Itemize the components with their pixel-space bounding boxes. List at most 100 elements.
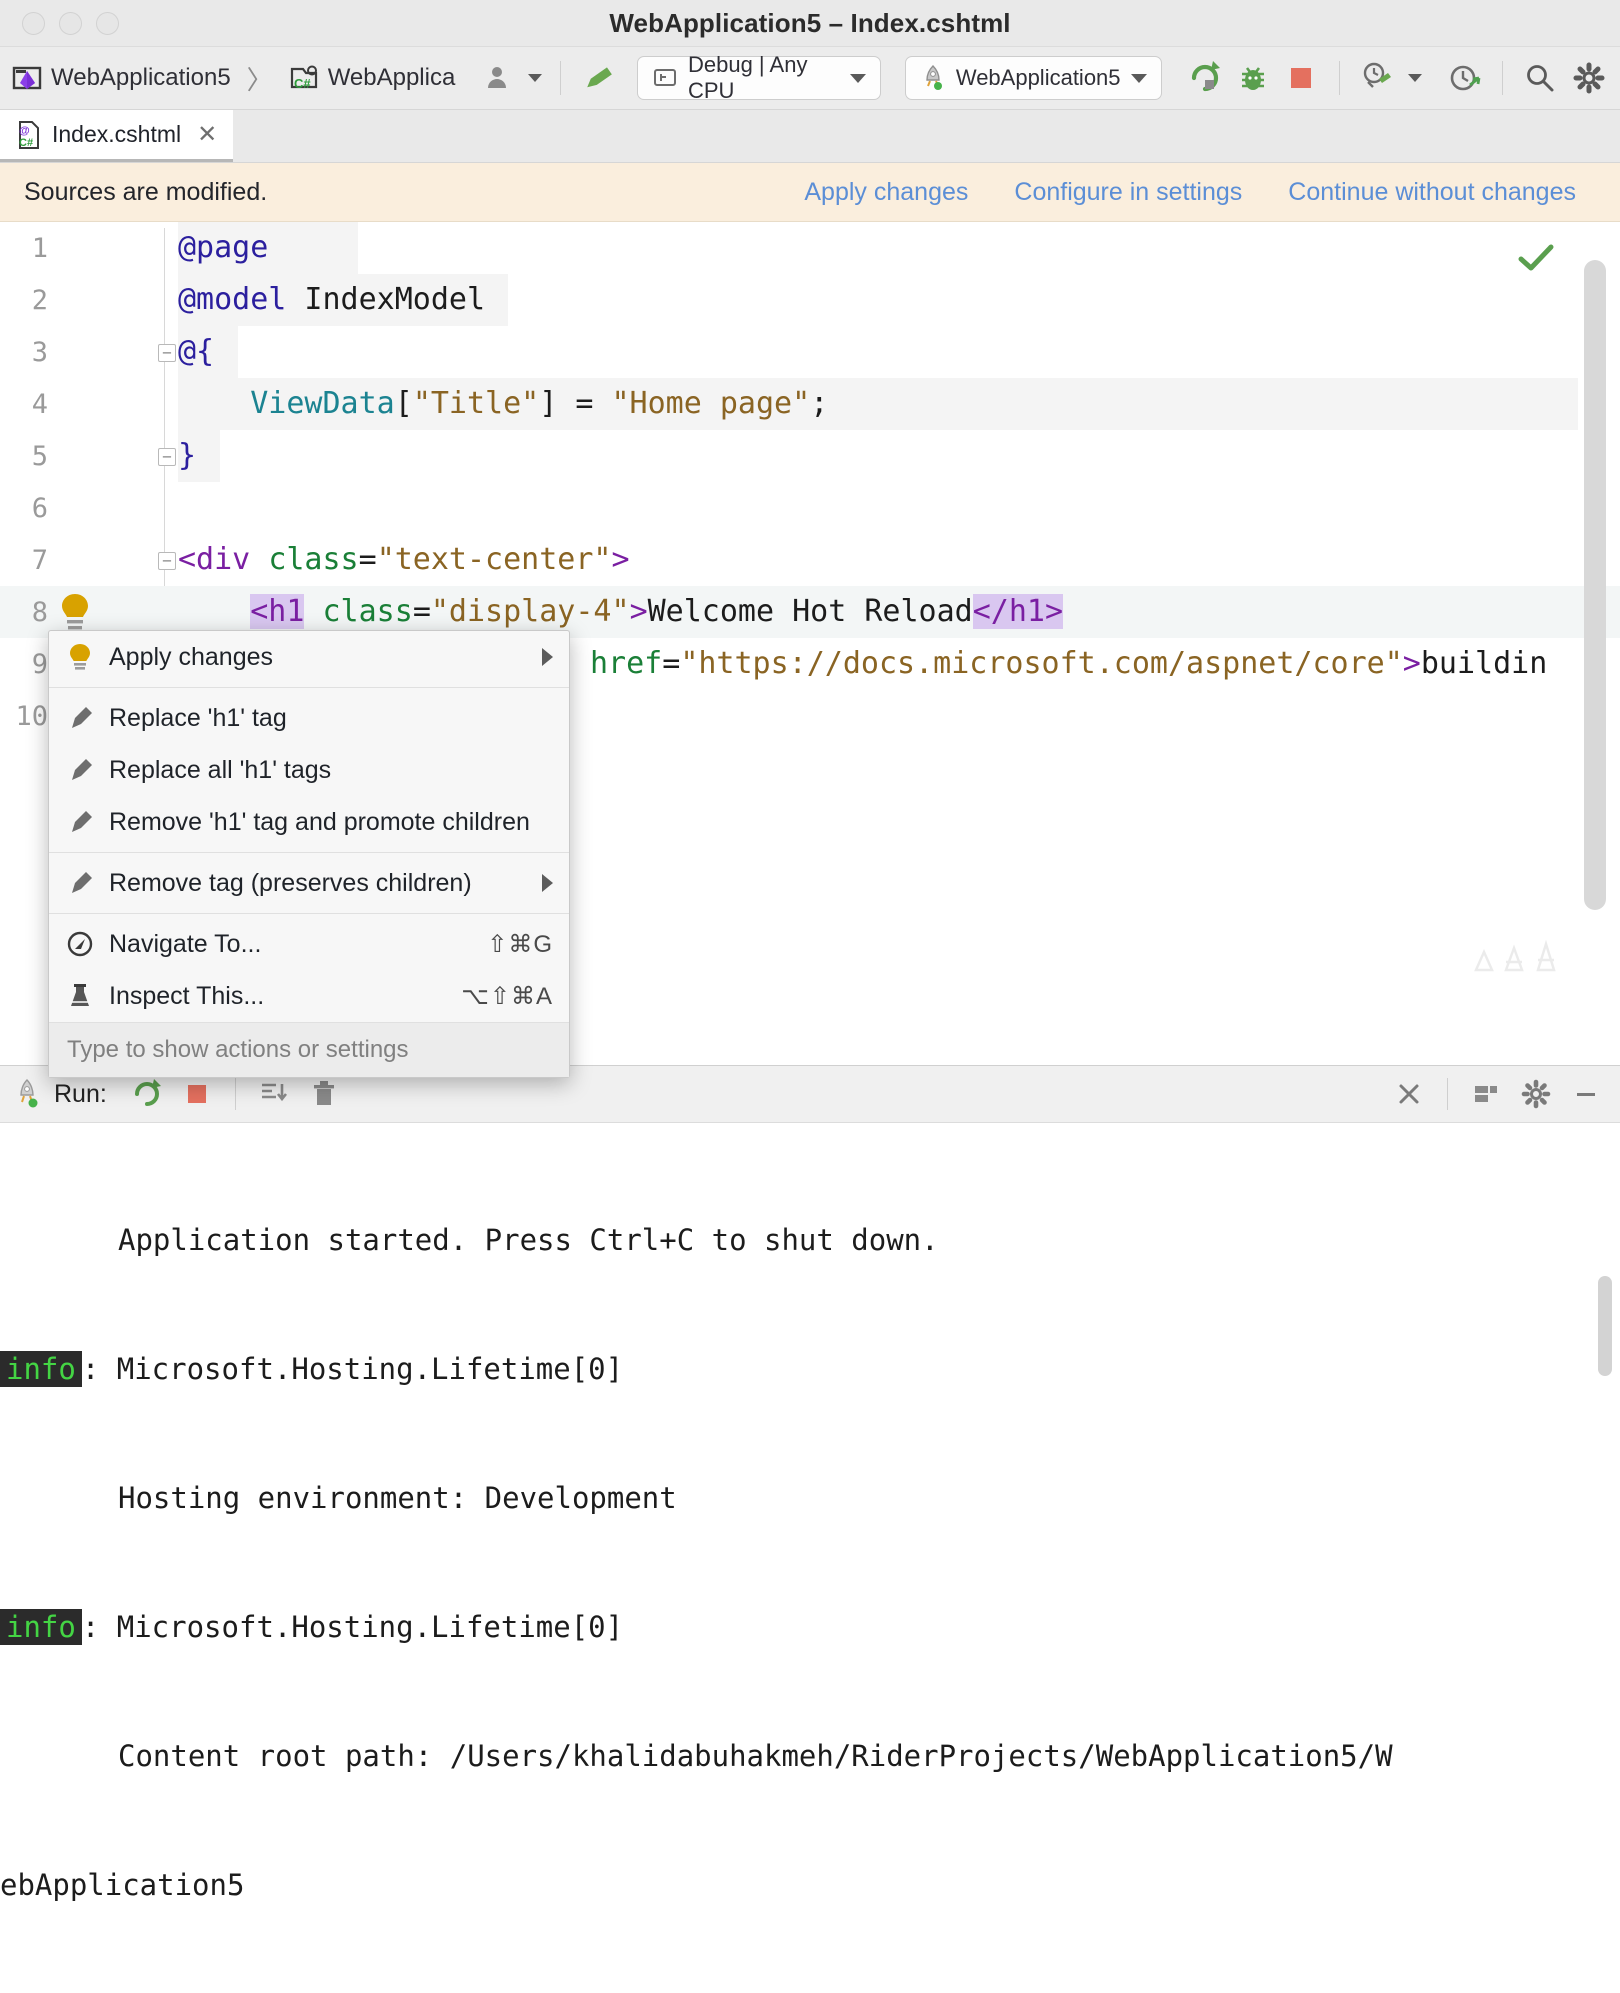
line-content: @{	[178, 334, 215, 369]
code-line[interactable]: 2 @model IndexModel	[0, 274, 1620, 326]
rerun-button[interactable]	[125, 1072, 169, 1116]
menu-footer-hint: Type to show actions or settings	[49, 1022, 569, 1077]
build-configuration-selector[interactable]: Debug | Any CPU	[636, 52, 881, 103]
minimize-window-button[interactable]	[59, 11, 82, 35]
line-number: 5	[31, 440, 48, 472]
build-button[interactable]	[579, 57, 617, 99]
menu-item-navigate-to[interactable]: Navigate To... ⇧⌘G	[49, 918, 569, 970]
svg-text:C#: C#	[294, 76, 311, 91]
menu-item-label: Apply changes	[109, 642, 274, 671]
console-line: info: Microsoft.Hosting.Lifetime[0]	[0, 1606, 1620, 1649]
profile-chevron-down-icon[interactable]	[1407, 74, 1422, 82]
info-badge: info	[0, 1351, 82, 1387]
run-configuration-selector[interactable]: WebApplication5	[904, 56, 1162, 100]
stop-button[interactable]	[175, 1072, 219, 1116]
menu-separator	[49, 852, 569, 853]
editor-indent-markers-icon	[1462, 930, 1572, 976]
line-number: 7	[31, 544, 48, 576]
title-bar: WebApplication5 – Index.cshtml	[0, 0, 1620, 47]
run-configuration-chevron-down-icon[interactable]	[1130, 73, 1147, 83]
tab-label: Index.cshtml	[52, 121, 182, 147]
continue-without-changes-link[interactable]: Continue without changes	[1288, 178, 1576, 207]
search-everywhere-button[interactable]	[1521, 57, 1559, 99]
code-line[interactable]: 6	[0, 482, 1620, 534]
profile-button[interactable]	[1358, 57, 1396, 99]
settings-button[interactable]	[1570, 57, 1608, 99]
scroll-to-end-icon[interactable]	[252, 1072, 296, 1116]
editor-tab-strip: @ C# Index.cshtml ✕	[0, 110, 1620, 163]
gear-icon[interactable]	[1514, 1072, 1558, 1116]
submenu-arrow-icon	[542, 874, 553, 892]
window-traffic-lights[interactable]	[22, 11, 119, 35]
run-tool-window-title: Run:	[54, 1079, 107, 1108]
apply-changes-link[interactable]: Apply changes	[804, 178, 968, 207]
minimize-icon[interactable]	[1564, 1072, 1608, 1116]
hammer-icon	[65, 869, 95, 897]
console-line: Content root path: /Users/khalidabuhakme…	[118, 1739, 1393, 1773]
menu-item-inspect-this[interactable]: Inspect This... ⌥⇧⌘A	[49, 970, 569, 1022]
code-line[interactable]: 4 ViewData["Title"] = "Home page";	[0, 378, 1620, 430]
run-console-output[interactable]: Application started. Press Ctrl+C to shu…	[0, 1123, 1620, 1993]
code-line[interactable]: 5 − }	[0, 430, 1620, 482]
user-menu-button[interactable]	[479, 57, 517, 99]
fold-expand-icon[interactable]: −	[158, 448, 176, 466]
line-number: 8	[31, 596, 48, 628]
run-button[interactable]	[1186, 57, 1224, 99]
menu-item-remove-tag-preserves-children[interactable]: Remove tag (preserves children)	[49, 857, 569, 909]
menu-item-label: Replace 'h1' tag	[109, 703, 287, 732]
lightbulb-icon	[65, 642, 95, 672]
breadcrumb-solution[interactable]: WebApplication5	[12, 63, 231, 93]
stop-button[interactable]	[1282, 57, 1320, 99]
line-number: 1	[31, 232, 48, 264]
menu-item-label: Inspect This...	[109, 981, 265, 1010]
build-configuration-label: Debug | Any CPU	[687, 52, 808, 103]
info-badge: info	[0, 1609, 82, 1645]
hammer-icon	[65, 808, 95, 836]
run-tool-window: Run: Application started. Press Ctrl+C t…	[0, 1065, 1620, 1902]
menu-item-replace-all-h1-tags[interactable]: Replace all 'h1' tags	[49, 744, 569, 796]
console-line: Application started. Press Ctrl+C to shu…	[118, 1223, 939, 1257]
console-vertical-scrollbar[interactable]	[1598, 1276, 1612, 1376]
trash-icon[interactable]	[302, 1072, 346, 1116]
breadcrumb-project[interactable]: C# WebApplica	[289, 63, 455, 93]
menu-item-label: Navigate To...	[109, 929, 262, 958]
menu-item-apply-changes[interactable]: Apply changes	[49, 631, 569, 683]
fold-collapse-icon[interactable]: −	[158, 344, 176, 362]
code-line[interactable]: 7 − <div class="text-center">	[0, 534, 1620, 586]
line-content: @model IndexModel	[178, 282, 486, 317]
intention-actions-context-menu[interactable]: Apply changes Replace 'h1' tag Replace a…	[48, 630, 570, 1078]
svg-text:C#: C#	[19, 137, 33, 149]
zoom-window-button[interactable]	[96, 11, 119, 35]
rider-solution-icon	[12, 63, 42, 93]
configuration-icon	[652, 65, 678, 91]
close-window-button[interactable]	[22, 11, 45, 35]
user-menu-chevron-down-icon[interactable]	[527, 74, 542, 82]
hammer-icon	[65, 704, 95, 732]
line-content: }	[178, 438, 197, 473]
menu-item-replace-h1-tag[interactable]: Replace 'h1' tag	[49, 692, 569, 744]
build-configuration-chevron-down-icon[interactable]	[849, 73, 866, 83]
close-icon[interactable]	[1387, 1072, 1431, 1116]
navigate-icon	[65, 930, 95, 958]
tab-close-icon[interactable]: ✕	[197, 120, 217, 149]
lightbulb-intention-icon[interactable]	[58, 592, 92, 632]
console-line: info: Microsoft.Hosting.Lifetime[0]	[0, 1348, 1620, 1391]
menu-item-shortcut: ⇧⌘G	[487, 930, 553, 958]
editor-vertical-scrollbar[interactable]	[1584, 260, 1606, 910]
line-content: href="https://docs.microsoft.com/aspnet/…	[590, 646, 1548, 681]
line-content: <div class="text-center">	[178, 542, 630, 577]
layout-icon[interactable]	[1464, 1072, 1508, 1116]
csharp-project-icon: C#	[289, 63, 319, 93]
run-toolbar-divider	[234, 1078, 236, 1110]
console-line: ebApplication5	[0, 1868, 245, 1902]
debug-button[interactable]	[1234, 57, 1272, 99]
configure-in-settings-link[interactable]: Configure in settings	[1014, 178, 1242, 207]
tab-index-cshtml[interactable]: @ C# Index.cshtml ✕	[0, 110, 234, 162]
menu-item-remove-h1-tag-and-promote-children[interactable]: Remove 'h1' tag and promote children	[49, 796, 569, 848]
fold-collapse-icon[interactable]: −	[158, 552, 176, 570]
submenu-arrow-icon	[542, 648, 553, 666]
code-line[interactable]: 3 − @{	[0, 326, 1620, 378]
hot-reload-button[interactable]	[1446, 57, 1484, 99]
code-line[interactable]: 1 @page	[0, 222, 1620, 274]
rocket-icon	[920, 64, 946, 92]
